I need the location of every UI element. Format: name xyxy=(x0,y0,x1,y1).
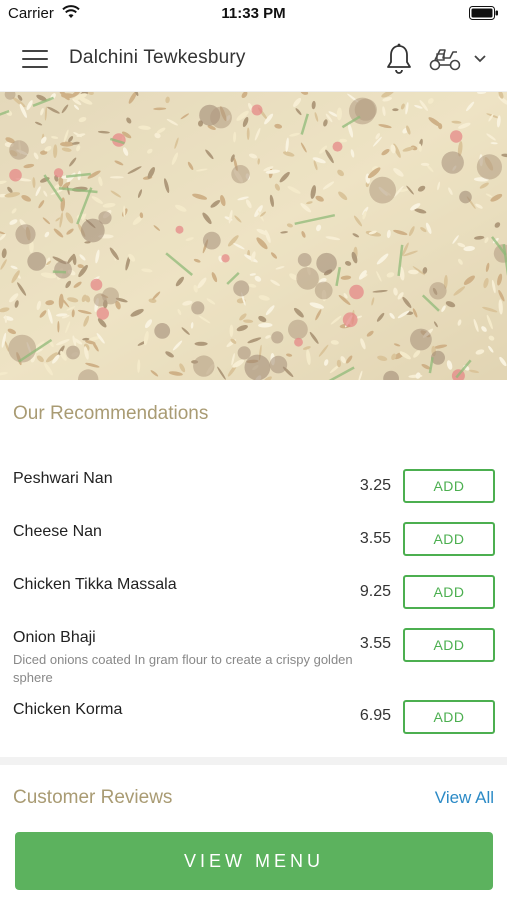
add-button[interactable]: ADD xyxy=(403,700,495,734)
item-name: Chicken Tikka Massala xyxy=(13,576,177,593)
item-name: Onion Bhaji xyxy=(13,629,96,646)
clock: 11:33 PM xyxy=(221,5,286,22)
app-header: Dalchini Tewkesbury xyxy=(0,28,507,92)
hero-food-image xyxy=(0,92,507,380)
add-button[interactable]: ADD xyxy=(403,469,495,503)
recommendations-heading: Our Recommendations xyxy=(13,403,209,424)
view-all-reviews-link[interactable]: View All xyxy=(435,788,494,808)
item-name: Cheese Nan xyxy=(13,523,102,540)
item-name: Peshwari Nan xyxy=(13,470,113,487)
add-button[interactable]: ADD xyxy=(403,522,495,556)
item-price: 9.25 xyxy=(359,583,391,600)
add-button[interactable]: ADD xyxy=(403,575,495,609)
chevron-down-icon[interactable] xyxy=(472,52,488,64)
battery-icon xyxy=(469,6,499,25)
add-button[interactable]: ADD xyxy=(403,628,495,662)
hamburger-menu-icon[interactable] xyxy=(22,50,48,70)
item-price: 3.55 xyxy=(359,530,391,547)
reviews-heading: Customer Reviews xyxy=(13,787,173,808)
item-name: Chicken Korma xyxy=(13,701,123,718)
delivery-scooter-icon[interactable] xyxy=(428,46,462,72)
restaurant-title: Dalchini Tewkesbury xyxy=(69,47,246,68)
status-bar: Carrier 11:33 PM xyxy=(0,0,507,28)
item-price: 3.25 xyxy=(359,477,391,494)
view-menu-button[interactable]: VIEW MENU xyxy=(15,832,493,890)
item-description: Diced onions coated In gram flour to cre… xyxy=(13,652,353,685)
item-price: 6.95 xyxy=(359,707,391,724)
section-divider xyxy=(0,757,507,765)
bell-icon[interactable] xyxy=(384,42,414,76)
item-price: 3.55 xyxy=(359,635,391,652)
